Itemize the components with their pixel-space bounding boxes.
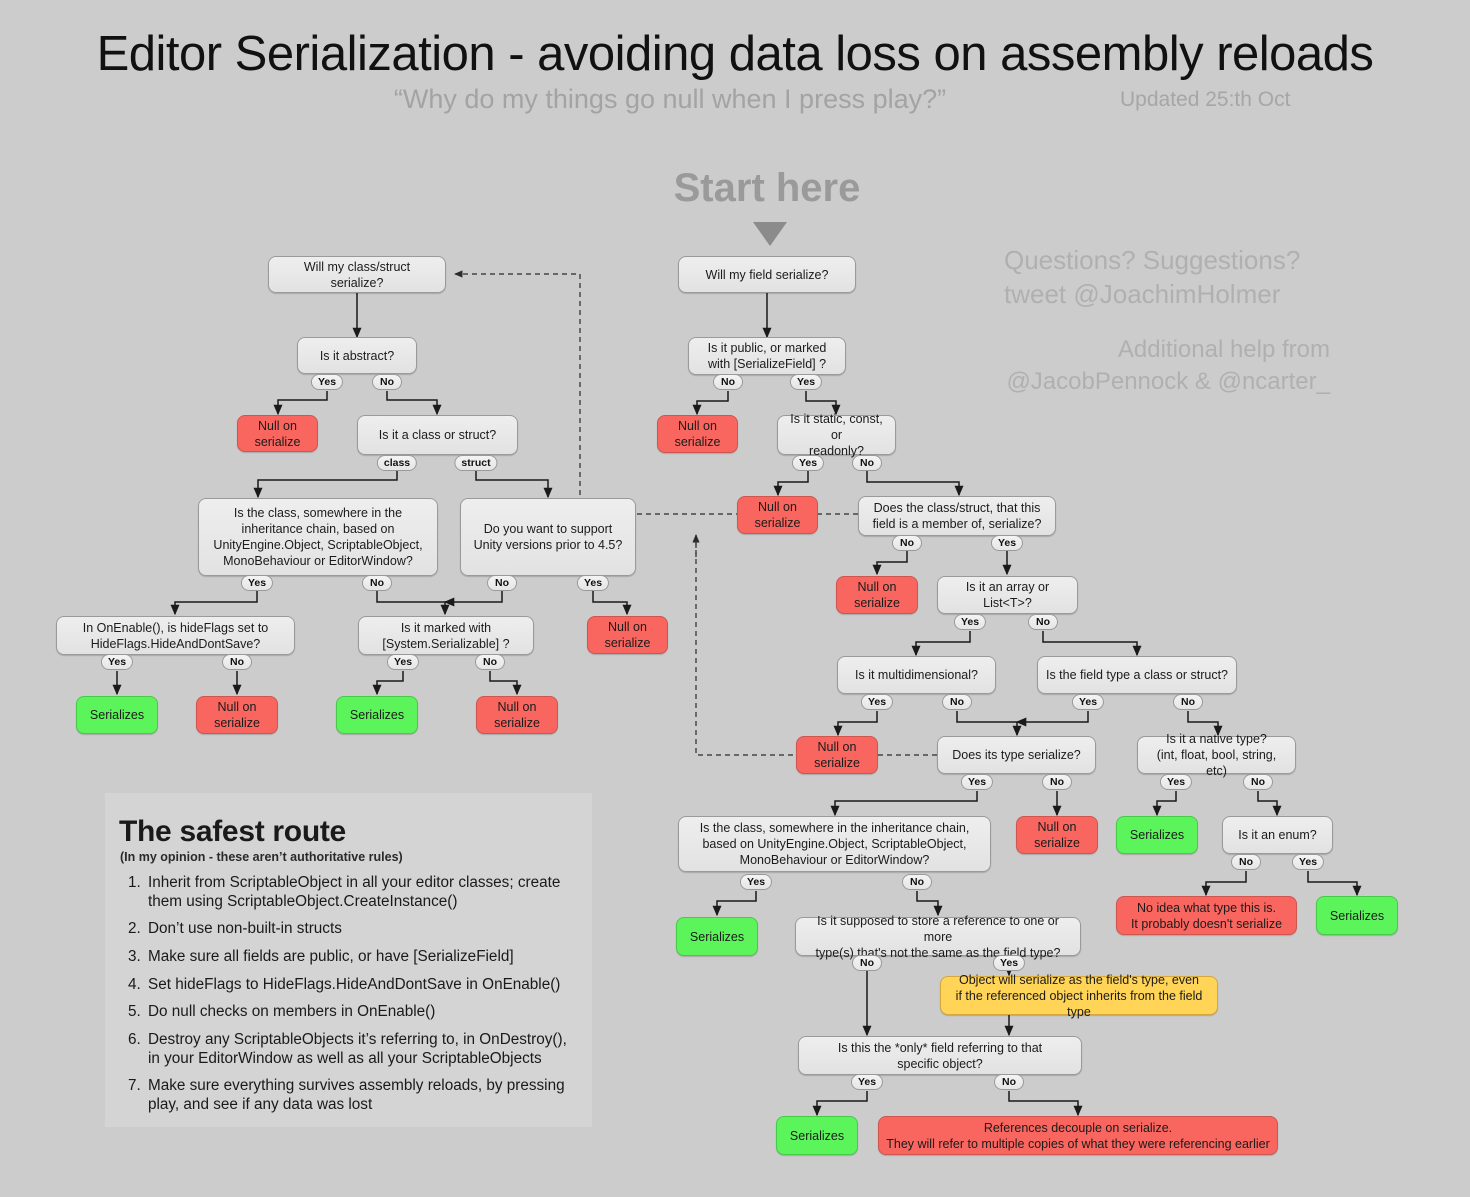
edge-label-multidim-no: No: [942, 694, 972, 710]
list-item: Inherit from ScriptableObject in all you…: [145, 874, 580, 911]
node-native-yes-serializes[interactable]: Serializes: [1116, 816, 1198, 854]
flowchart-canvas: Editor Serialization - avoiding data los…: [0, 0, 1470, 1197]
node-unity45-yes-null[interactable]: Null on serialize: [587, 616, 668, 654]
edge-label-storeref-no: No: [852, 955, 882, 971]
node-public-no-null[interactable]: Null on serialize: [657, 415, 738, 453]
node-static-yes-null[interactable]: Null on serialize: [737, 496, 818, 534]
edge-label-only-no: No: [994, 1074, 1024, 1090]
edge-label-inherit-right-no: No: [902, 874, 932, 890]
edge-label-inherit-right-yes: Yes: [739, 874, 773, 890]
node-hideflags-no-null[interactable]: Null on serialize: [196, 696, 278, 734]
node-typeser-no-null[interactable]: Null on serialize: [1016, 816, 1098, 854]
edge-label-sysser-no: No: [475, 654, 505, 670]
list-item: Do null checks on members in OnEnable(): [145, 1003, 580, 1022]
credits-line-3: Additional help from: [1117, 336, 1330, 363]
edge-label-fieldtype-no: No: [1173, 694, 1203, 710]
edge-label-member-no: No: [892, 535, 922, 551]
node-is-it-array-or-list[interactable]: Is it an array or List<T>?: [937, 576, 1078, 614]
edge-label-abstract-no: No: [372, 374, 402, 390]
node-does-declaring-type-serialize[interactable]: Does the class/struct, that this field i…: [858, 496, 1056, 536]
node-marked-system-serializable[interactable]: Is it marked with [System.Serializable] …: [358, 616, 534, 655]
node-is-it-a-native-type[interactable]: Is it a native type? (int, float, bool, …: [1137, 732, 1296, 778]
safest-route-panel: The safest route (In my opinion - these …: [105, 793, 592, 1127]
start-here-label: Start here: [673, 166, 861, 210]
node-is-field-type-class-or-struct[interactable]: Is the field type a class or struct?: [1037, 656, 1237, 694]
node-inherit-right-yes-serializes[interactable]: Serializes: [676, 917, 758, 956]
node-is-it-public-or-serializefield[interactable]: Is it public, or marked with [SerializeF…: [688, 337, 846, 375]
edge-label-array-yes: Yes: [953, 614, 987, 630]
list-item: Don’t use non-built-in structs: [145, 920, 580, 939]
edge-label-typeser-yes: Yes: [960, 774, 994, 790]
updated-date: Updated 25:th Oct: [1120, 88, 1291, 111]
safest-route-subheading: (In my opinion - these aren’t authoritat…: [120, 850, 403, 864]
node-sysser-no-null[interactable]: Null on serialize: [476, 696, 558, 734]
node-will-my-class-struct-serialize[interactable]: Will my class/struct serialize?: [268, 256, 446, 293]
node-is-it-multidimensional[interactable]: Is it multidimensional?: [837, 656, 996, 694]
list-item: Destroy any ScriptableObjects it’s refer…: [145, 1031, 580, 1068]
edge-label-fieldtype-yes: Yes: [1071, 694, 1105, 710]
node-enum-yes-serializes[interactable]: Serializes: [1316, 896, 1398, 935]
edge-label-multidim-yes: Yes: [860, 694, 894, 710]
start-here-arrow-icon: [753, 222, 787, 246]
edge-label-enum-no: No: [1231, 854, 1261, 870]
node-is-this-the-only-field[interactable]: Is this the *only* field referring to th…: [798, 1036, 1082, 1075]
edge-label-storeref-yes: Yes: [992, 955, 1026, 971]
edge-label-struct: struct: [454, 455, 498, 471]
credits-line-2: tweet @JoachimHolmer: [1004, 279, 1281, 310]
edge-label-hideflags-yes: Yes: [100, 654, 134, 670]
credits-additional-help: Additional help from @JacobPennock & @nc…: [1006, 334, 1330, 397]
edge-label-public-yes: Yes: [789, 374, 823, 390]
edge-label-sysser-yes: Yes: [386, 654, 420, 670]
node-note-object-serializes-as-field-type[interactable]: Object will serialize as the field's typ…: [940, 973, 1218, 1019]
node-hideflags-hideanddontsave[interactable]: In OnEnable(), is hideFlags set to HideF…: [56, 616, 295, 655]
credits-line-1: Questions? Suggestions?: [1004, 245, 1301, 275]
edge-label-class: class: [376, 455, 418, 471]
safest-route-heading: The safest route: [119, 815, 346, 848]
node-sysser-yes-serializes[interactable]: Serializes: [336, 696, 418, 734]
edge-label-unity45-yes: Yes: [576, 575, 610, 591]
credits-questions: Questions? Suggestions? tweet @JoachimHo…: [1004, 243, 1300, 312]
list-item: Set hideFlags to HideFlags.HideAndDontSa…: [145, 976, 580, 995]
node-does-its-type-serialize[interactable]: Does its type serialize?: [937, 736, 1096, 774]
edge-label-inherit-left-yes: Yes: [240, 575, 274, 591]
edge-label-inherit-left-no: No: [362, 575, 392, 591]
list-item: Make sure all fields are public, or have…: [145, 948, 580, 967]
node-multidim-yes-null[interactable]: Null on serialize: [796, 736, 878, 774]
edge-label-array-no: No: [1028, 614, 1058, 630]
node-is-it-a-class-or-struct[interactable]: Is it a class or struct?: [357, 415, 518, 455]
node-is-it-static-const-readonly[interactable]: Is it static, const, or readonly?: [777, 412, 896, 458]
node-no-idea-what-type[interactable]: No idea what type this is. It probably d…: [1116, 896, 1297, 935]
edge-label-enum-yes: Yes: [1291, 854, 1325, 870]
node-inherit-chain-right[interactable]: Is the class, somewhere in the inheritan…: [678, 816, 991, 872]
node-inherit-chain-left[interactable]: Is the class, somewhere in the inheritan…: [198, 498, 438, 576]
node-only-yes-serializes[interactable]: Serializes: [776, 1116, 858, 1155]
edge-label-static-no: No: [852, 455, 882, 471]
edge-label-typeser-no: No: [1042, 774, 1072, 790]
edge-label-static-yes: Yes: [791, 455, 825, 471]
list-item: Make sure everything survives assembly r…: [145, 1077, 580, 1114]
node-references-decouple[interactable]: References decouple on serialize. They w…: [878, 1116, 1278, 1155]
node-is-it-an-enum[interactable]: Is it an enum?: [1222, 816, 1333, 854]
page-title: Editor Serialization - avoiding data los…: [96, 27, 1374, 81]
edge-label-native-no: No: [1243, 774, 1273, 790]
edge-label-member-yes: Yes: [990, 535, 1024, 551]
edge-label-abstract-yes: Yes: [310, 374, 344, 390]
edge-label-unity45-no: No: [487, 575, 517, 591]
node-abstract-yes-null[interactable]: Null on serialize: [237, 415, 318, 452]
safest-route-list: Inherit from ScriptableObject in all you…: [105, 874, 592, 1115]
edge-label-public-no: No: [713, 374, 743, 390]
node-store-reference-other-type[interactable]: Is it supposed to store a reference to o…: [795, 914, 1081, 960]
node-member-no-null[interactable]: Null on serialize: [836, 576, 918, 614]
credits-line-4: @JacobPennock & @ncarter_: [1006, 367, 1330, 395]
node-is-it-abstract[interactable]: Is it abstract?: [297, 337, 417, 374]
edge-label-native-yes: Yes: [1159, 774, 1193, 790]
edge-label-only-yes: Yes: [850, 1074, 884, 1090]
node-will-my-field-serialize[interactable]: Will my field serialize?: [678, 256, 856, 293]
node-support-unity-prior-4-5[interactable]: Do you want to support Unity versions pr…: [460, 498, 636, 576]
node-hideflags-yes-serializes[interactable]: Serializes: [76, 696, 158, 734]
edge-label-hideflags-no: No: [222, 654, 252, 670]
page-subtitle: “Why do my things go null when I press p…: [393, 84, 947, 114]
